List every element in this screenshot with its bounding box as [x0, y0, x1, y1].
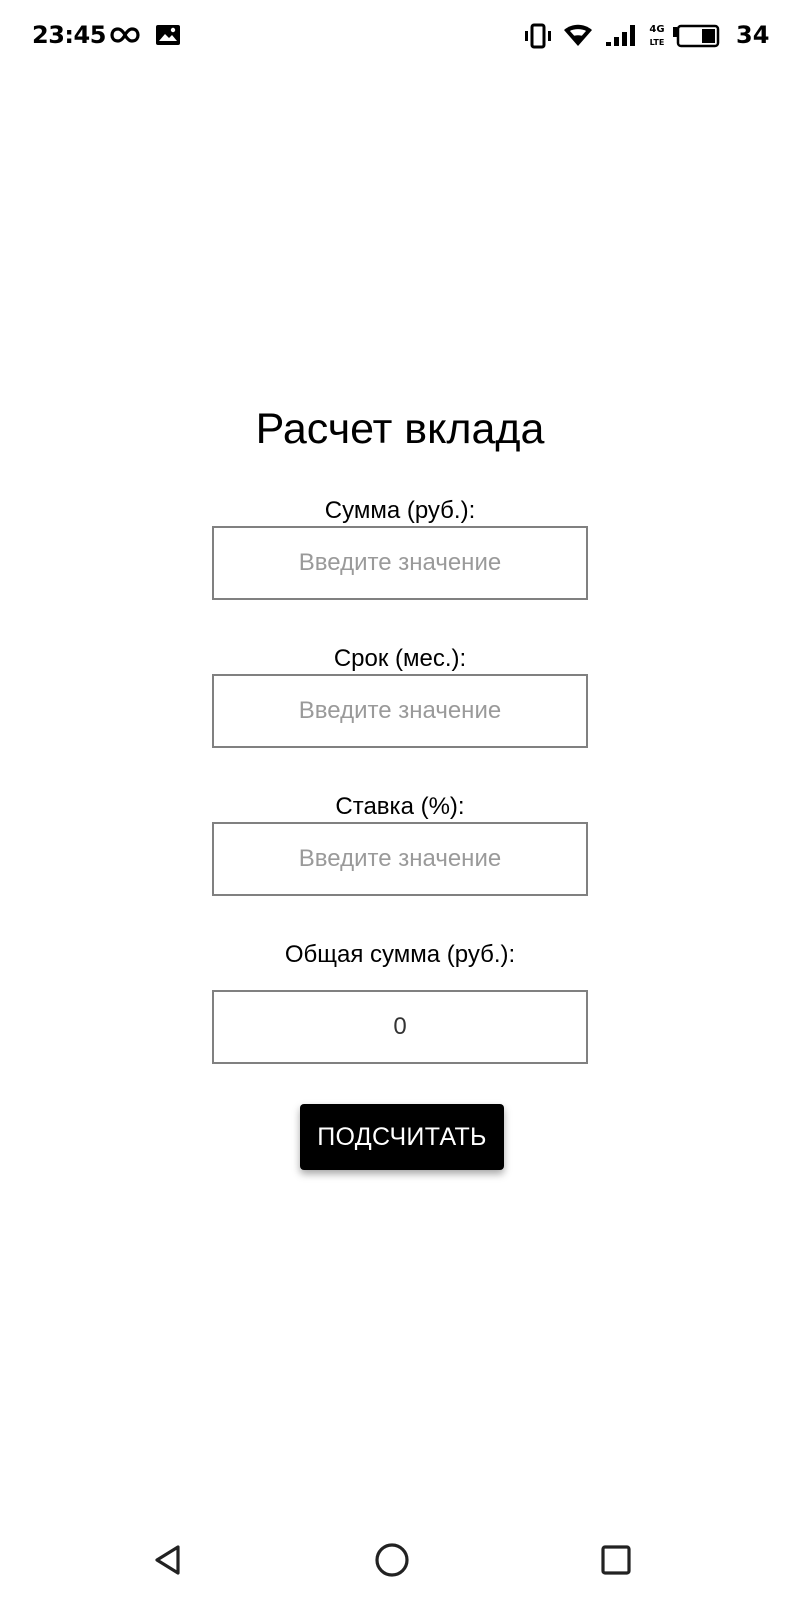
- status-time: 23:45: [32, 21, 106, 49]
- total-label: Общая сумма (руб.):: [284, 941, 516, 968]
- term-label: Срок (мес.):: [333, 645, 467, 672]
- rate-input[interactable]: [212, 822, 588, 896]
- nav-back-button[interactable]: [132, 1530, 204, 1590]
- home-icon: [375, 1543, 409, 1577]
- calculate-button[interactable]: ПОДСЧИТАТЬ: [300, 1104, 504, 1170]
- recents-icon: [601, 1545, 631, 1575]
- term-input[interactable]: [212, 674, 588, 748]
- amount-label: Сумма (руб.):: [324, 497, 476, 524]
- back-icon: [155, 1545, 180, 1575]
- nav-home-button[interactable]: [356, 1530, 428, 1590]
- vibrate-icon: [525, 23, 551, 49]
- amount-input[interactable]: [212, 526, 588, 600]
- svg-text:LTE: LTE: [650, 38, 665, 47]
- battery-icon: [673, 24, 720, 48]
- total-value: 0: [393, 1013, 407, 1040]
- nav-recents-button[interactable]: [580, 1530, 652, 1590]
- signal-icon: [606, 25, 635, 46]
- 4g-lte-icon: 4G LTE: [649, 24, 665, 47]
- infinity-icon: [110, 27, 140, 43]
- rate-label: Ставка (%):: [335, 793, 465, 820]
- page-title: Расчет вклада: [255, 405, 545, 453]
- battery-level: 34: [736, 21, 770, 49]
- status-bar: 23:45 4G LTE 34: [0, 0, 800, 72]
- image-notification-icon: [156, 25, 180, 45]
- wifi-icon: [564, 24, 592, 46]
- total-value-box: 0: [212, 990, 588, 1064]
- svg-text:4G: 4G: [649, 24, 664, 35]
